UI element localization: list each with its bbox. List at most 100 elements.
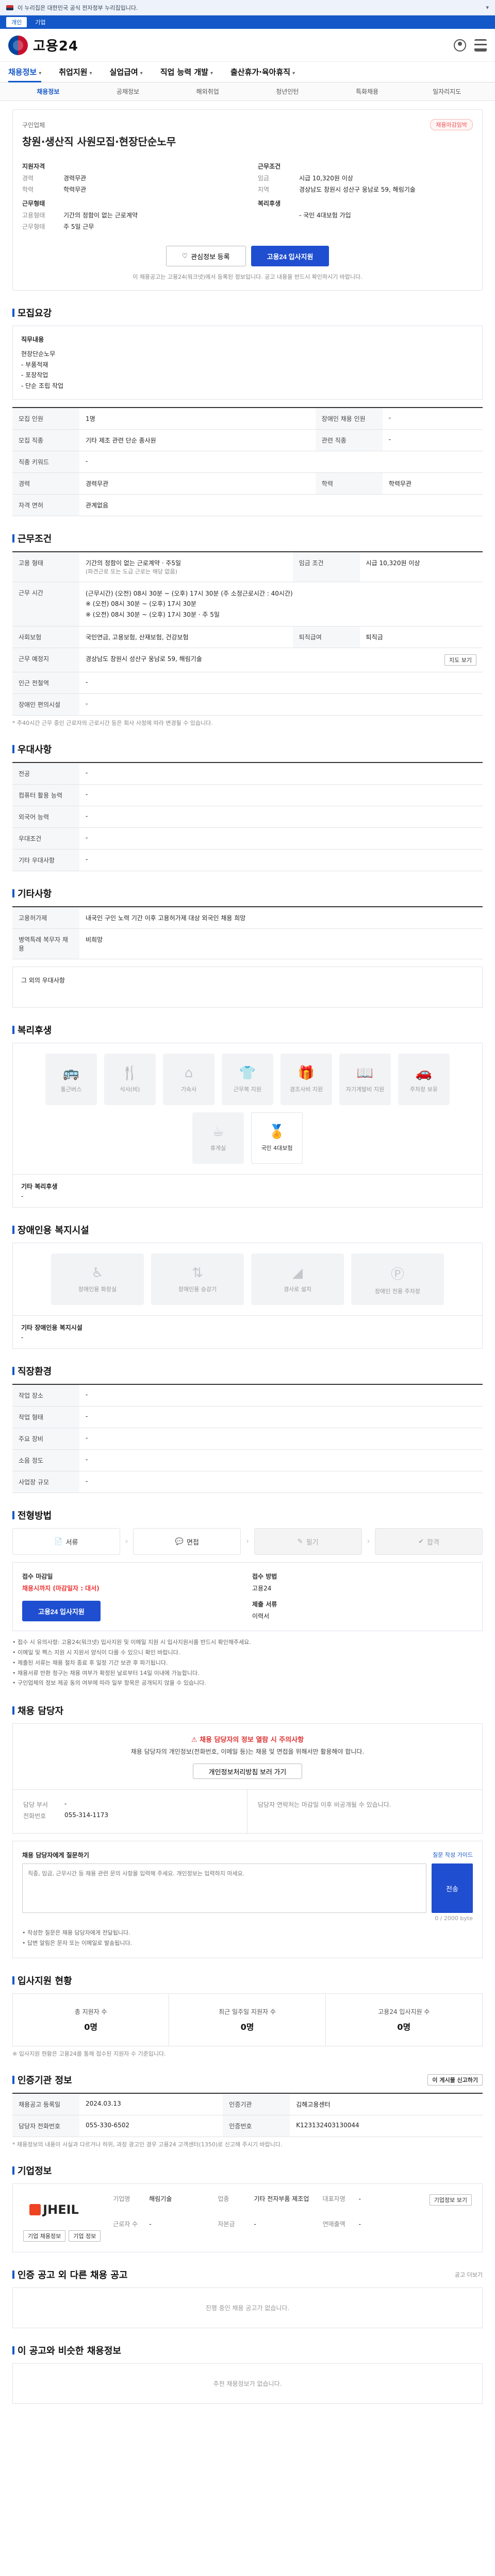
doc-value: 이력서: [252, 1613, 270, 1620]
welfare-tile: 🏅 국민 4대보험: [251, 1112, 303, 1164]
table-row: 컴퓨터 활용 능력 -: [12, 784, 483, 807]
nav-jobs[interactable]: 채용정보 ▾: [8, 66, 42, 82]
map-button[interactable]: 지도 보기: [444, 654, 476, 666]
subnav-item[interactable]: 청년인턴: [248, 87, 327, 96]
method-value: 고용24: [252, 1585, 272, 1592]
privacy-button[interactable]: 개인정보처리방침 보러 가기: [192, 1764, 303, 1780]
welfare-tile: ☕ 휴게실: [192, 1112, 244, 1164]
section-title: 근무조건: [12, 532, 483, 545]
apply-button-2[interactable]: 고용24 입사지원: [22, 1601, 101, 1622]
stats-note: ※ 입사지원 현황은 고용24를 통해 접수된 지원자 수 기준입니다.: [12, 2050, 166, 2057]
section-title: 직장환경: [12, 1364, 483, 1378]
chevron-right-icon: ›: [367, 1537, 370, 1546]
work-footnote: * 주40시간 근무 중인 근로자의 근로시간 등은 회사 사정에 따라 변경될…: [12, 720, 213, 727]
doc-icon: 📄: [54, 1537, 63, 1546]
table-row: 근무 시간 (근무시간) (오전) 08시 30분 ~ (오후) 17시 30분 …: [12, 582, 483, 627]
flag-icon: [6, 5, 13, 10]
apply-button[interactable]: 고용24 입사지원: [251, 246, 329, 266]
table-row: 병역특례 복무자 채용 비희망: [12, 928, 483, 960]
section-title: 기업정보: [12, 2164, 483, 2177]
status-badge: 채용마감임박: [430, 119, 473, 130]
main-nav: 채용정보 ▾ 취업지원 ▾ 실업급여 ▾ 직업 능력 개발 ▾ 출산휴가·육아휴직 ▾: [0, 62, 495, 82]
chevron-right-icon: ›: [125, 1537, 128, 1546]
process-step: 📄 서류: [12, 1528, 120, 1555]
deadline-value: 채용시까지 (마감일자 : 대서): [22, 1585, 100, 1592]
welfare-tile: 🍴 식사(비): [104, 1054, 156, 1106]
chevron-down-icon[interactable]: ▾: [486, 4, 489, 11]
subnav-item[interactable]: 해외취업: [168, 87, 248, 96]
welfare-tile: 🎁 경조사비 지원: [280, 1054, 332, 1106]
book-icon: 📖: [356, 1065, 374, 1081]
nav-support[interactable]: 취업지원 ▾: [59, 66, 92, 77]
company-info-button[interactable]: 기업 정보: [69, 2230, 101, 2242]
table-row: 외국어 능력 -: [12, 806, 483, 828]
check-icon: ✔: [418, 1537, 424, 1546]
section-title: 채용 담당자: [12, 1704, 483, 1717]
company-detail-button[interactable]: 기업정보 보기: [429, 2194, 472, 2206]
welfare-foot: 기타 복리후생 -: [12, 1174, 483, 1208]
apply-stats: 총 지원자 수 0명 최근 일주일 지원자 수 0명 고용24 입사지원 수 0명: [12, 1993, 483, 2046]
section-title: 인증 공고 외 다른 채용 공고 공고 더보기: [12, 2268, 483, 2281]
table-row: 고용허가제 내국인 구인 노력 기간 이후 고용허가제 대상 외국인 채용 희망: [12, 907, 483, 929]
summary-heading: 지원자격: [22, 163, 45, 170]
question-box: 채용 담당자에게 질문하기질문 작성 가이드 전송 0 / 2000 byte …: [12, 1841, 483, 1958]
meal-icon: 🍴: [121, 1065, 139, 1081]
process-step: 💬 면접: [133, 1528, 241, 1555]
ramp-icon: ◢: [292, 1265, 303, 1281]
nav-unemployment[interactable]: 실업급여 ▾: [109, 66, 142, 77]
byte-counter: 0 / 2000 byte: [435, 1915, 473, 1922]
subnav-item[interactable]: 채용정보: [8, 87, 88, 96]
tab-personal[interactable]: 개인: [6, 17, 27, 27]
table-row: 소음 정도 -: [12, 1449, 483, 1472]
welfare-tile: 👕 근무복 지원: [222, 1054, 273, 1106]
guide-link[interactable]: 질문 작성 가이드: [433, 1851, 473, 1859]
company-name: 구인업체 채용마감임박: [22, 119, 473, 130]
environment-table: 작업 장소 - 작업 형태 - 주요 장비 - 소음 정도 - 사업장 규모 -: [12, 1384, 483, 1494]
gov-notice-bar: 이 누리집은 대한민국 공식 전자정부 누리집입니다. ▾: [0, 0, 495, 15]
handicap-grid: ♿ 장애인용 화장실 ⇅ 장애인용 승강기 ◢ 경사로 설치 Ⓟ 장애인 전용 주차장: [12, 1243, 483, 1316]
more-link[interactable]: 공고 더보기: [455, 2270, 483, 2279]
contact-phone[interactable]: 055-314-1173: [64, 1811, 108, 1820]
summary-heading: 복리후생: [258, 200, 281, 207]
summary-row: 학력 학력무관: [22, 186, 87, 193]
site-logo[interactable]: 고용24: [33, 36, 78, 55]
table-row: 우대조건 -: [12, 827, 483, 850]
section-title: 복리후생: [12, 1023, 483, 1037]
tab-company[interactable]: 기업: [30, 17, 51, 27]
chevron-right-icon: ›: [246, 1537, 249, 1546]
handicap-foot: 기타 장애인용 복지시설 -: [12, 1315, 483, 1349]
table-row: 경력 경력무관 학력 학력무관: [12, 472, 483, 495]
gift-icon: 🎁: [298, 1065, 315, 1081]
menu-icon[interactable]: [474, 39, 487, 52]
question-input[interactable]: [22, 1863, 426, 1913]
table-row: 기타 우대사항 -: [12, 849, 483, 872]
etc-extra-box: 그 외의 우대사항: [12, 967, 483, 1008]
summary-row: 지역 경상남도 창원시 성산구 웅남로 59, 해림기술: [258, 186, 416, 193]
recruit-table: 모집 인원 1명 장애인 채용 인원 - 모집 직종 기타 제조 관련 단순 종사원 관련…: [12, 406, 483, 516]
elevator-icon: ⇅: [192, 1265, 203, 1281]
nav-training[interactable]: 직업 능력 개발 ▾: [160, 66, 213, 77]
company-jobs-button[interactable]: 기업 채용정보: [23, 2230, 66, 2242]
job-title: 창원·생산직 사원모집·현장단순노무: [22, 135, 176, 148]
stat-item: 고용24 입사지원 수 0명: [378, 2008, 430, 2032]
parking-icon: Ⓟ: [390, 1266, 404, 1282]
report-button[interactable]: 이 게시물 신고하기: [427, 2074, 483, 2086]
site-header: 고용24: [0, 29, 495, 62]
logo-icon[interactable]: [8, 35, 28, 55]
user-icon[interactable]: [454, 39, 466, 52]
summary-row: - 국민 4대보험 가입: [299, 212, 351, 219]
etc-table: 고용허가제 내국인 구인 노력 기간 이후 고용허가제 대상 외국인 채용 희망 …: [12, 906, 483, 960]
summary-row: 경력 경력무관: [22, 175, 87, 182]
table-row: 모집 직종 기타 제조 관련 단순 종사원 관련 직종 -: [12, 429, 483, 451]
chevron-down-icon: ▾: [140, 71, 143, 76]
subnav-item[interactable]: 일자리지도: [407, 87, 487, 96]
subnav-item[interactable]: 공채정보: [88, 87, 168, 96]
warning-title: ⚠ 채용 담당자의 정보 열람 시 주의사항: [191, 1736, 304, 1744]
subnav-item[interactable]: 특화채용: [327, 87, 407, 96]
send-button[interactable]: 전송: [432, 1863, 473, 1913]
scrap-button[interactable]: ♡ 관심정보 등록: [166, 246, 246, 266]
process-step: ✎ 필기: [254, 1528, 362, 1555]
table-row: 사회보험 국민연금, 고용보험, 산재보험, 건강보험 퇴직급여 퇴직금: [12, 626, 483, 649]
nav-leave[interactable]: 출산휴가·육아휴직 ▾: [230, 66, 295, 77]
treat-table: 전공 - 컴퓨터 활용 능력 - 외국어 능력 - 우대조건 - 기타 우대사항 -: [12, 762, 483, 872]
